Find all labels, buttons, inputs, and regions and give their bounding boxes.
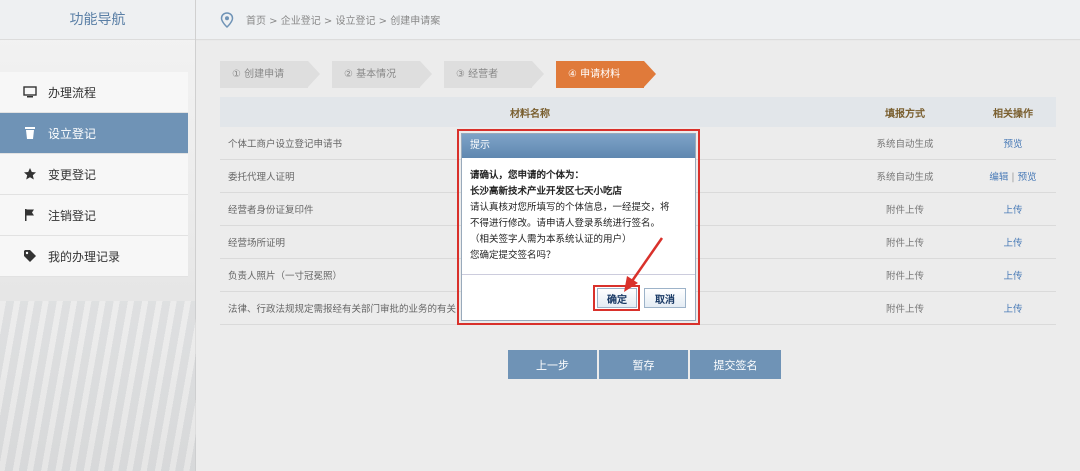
previous-step-button[interactable]: 上一步 <box>508 350 597 379</box>
sidebar-decoration <box>0 301 196 471</box>
star-icon <box>22 166 38 182</box>
preview-link[interactable]: 预览 <box>1018 172 1037 183</box>
modal-highlight-frame: 提示 请确认，您申请的个体为： 长沙高新技术产业开发区七天小吃店 请认真核对您所… <box>457 129 700 325</box>
fill-method: 系统自动生成 <box>876 172 934 183</box>
fill-method: 附件上传 <box>885 304 924 315</box>
fill-method: 附件上传 <box>885 271 924 282</box>
monitor-icon <box>22 84 38 100</box>
step-indicator: ① 创建申请 ② 基本情况 ③ 经营者 ④ 申请材料 <box>220 61 668 88</box>
sidebar-item-label: 注销登记 <box>48 208 97 223</box>
dialog-business-name: 长沙高新技术产业开发区七天小吃店 <box>470 186 623 197</box>
action-separator: | <box>1011 172 1015 183</box>
preview-link[interactable]: 预览 <box>1003 139 1022 150</box>
row-actions: 上传 <box>970 301 1056 315</box>
annotation-arrow-icon <box>624 237 664 292</box>
column-header-name: 材料名称 <box>510 108 550 120</box>
tag-icon <box>22 248 38 264</box>
step-operator[interactable]: ③ 经营者 <box>444 61 544 88</box>
submit-signature-button[interactable]: 提交签名 <box>690 350 781 379</box>
dialog-title: 提示 <box>462 134 695 158</box>
sidebar-item-label: 设立登记 <box>48 126 97 141</box>
upload-link[interactable]: 上传 <box>1003 205 1022 216</box>
fill-method: 系统自动生成 <box>876 139 934 150</box>
location-pin-icon <box>220 11 234 28</box>
sidebar-list: 办理流程 设立登记 变更登记 注销登记 我的办理记录 <box>0 72 188 277</box>
sidebar-item-label: 办理流程 <box>48 85 97 100</box>
sidebar-item-my-records[interactable]: 我的办理记录 <box>0 236 188 277</box>
sidebar-title: 功能导航 <box>0 0 195 40</box>
sidebar-item-change[interactable]: 变更登记 <box>0 154 188 195</box>
topbar: 首页 > 企业登记 > 设立登记 > 创建申请案 <box>196 0 1080 40</box>
row-actions: 预览 <box>970 136 1056 150</box>
edit-link[interactable]: 编辑 <box>989 172 1008 183</box>
dialog-line: 不得进行修改。请申请人登录系统进行签名。 <box>470 218 661 229</box>
column-header-ops: 相关操作 <box>993 108 1033 120</box>
trash-icon <box>22 125 38 141</box>
dialog-line: 请确认，您申请的个体为： <box>470 170 585 181</box>
upload-link[interactable]: 上传 <box>1003 304 1022 315</box>
action-buttons: 上一步 暂存 提交签名 <box>508 350 783 379</box>
column-header-method: 填报方式 <box>885 108 925 120</box>
fill-method: 附件上传 <box>885 205 924 216</box>
table-header: 材料名称 填报方式 相关操作 <box>220 97 1056 127</box>
breadcrumb: 首页 > 企业登记 > 设立登记 > 创建申请案 <box>246 16 441 27</box>
row-actions: 上传 <box>970 268 1056 282</box>
sidebar-item-cancel-registration[interactable]: 注销登记 <box>0 195 188 236</box>
flag-icon <box>22 207 38 223</box>
upload-link[interactable]: 上传 <box>1003 238 1022 249</box>
fill-method: 附件上传 <box>885 238 924 249</box>
row-actions: 上传 <box>970 235 1056 249</box>
step-create-application[interactable]: ① 创建申请 <box>220 61 320 88</box>
upload-link[interactable]: 上传 <box>1003 271 1022 282</box>
sidebar-item-label: 变更登记 <box>48 167 97 182</box>
sidebar-item-label: 我的办理记录 <box>48 249 121 264</box>
sidebar-item-process[interactable]: 办理流程 <box>0 72 188 113</box>
step-basic-info[interactable]: ② 基本情况 <box>332 61 432 88</box>
save-draft-button[interactable]: 暂存 <box>599 350 688 379</box>
row-actions: 编辑 | 预览 <box>970 169 1056 183</box>
row-actions: 上传 <box>970 202 1056 216</box>
step-application-materials[interactable]: ④ 申请材料 <box>556 61 656 88</box>
sidebar-item-establish[interactable]: 设立登记 <box>0 113 188 154</box>
dialog-line: 请认真核对您所填写的个体信息，一经提交，将 <box>470 202 670 213</box>
sidebar: 功能导航 办理流程 设立登记 变更登记 注销登记 我的办理记录 <box>0 0 196 471</box>
